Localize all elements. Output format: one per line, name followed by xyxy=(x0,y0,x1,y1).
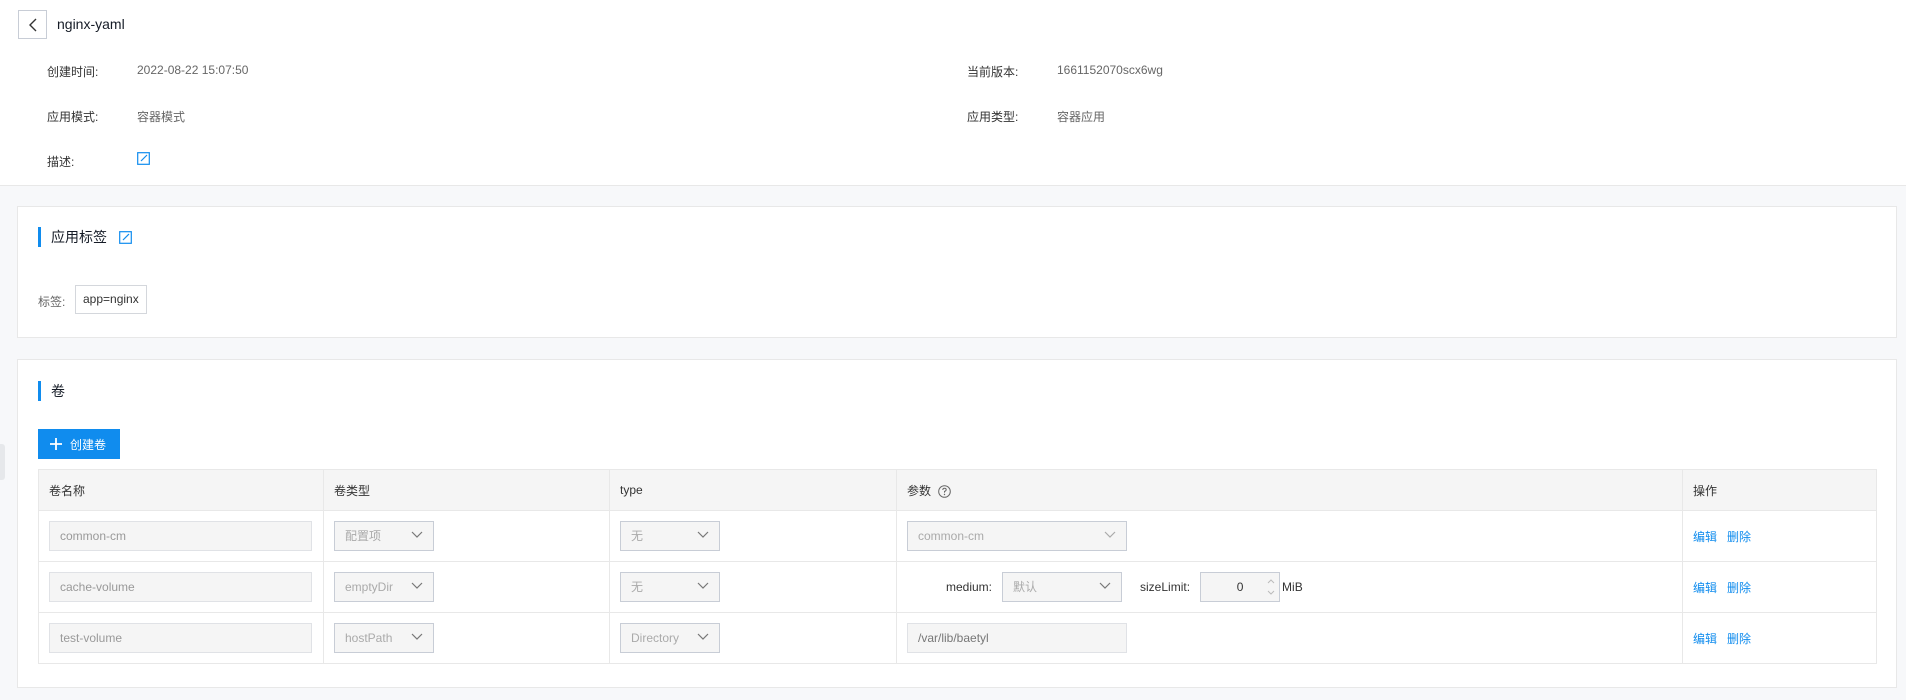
volume-name-input: cache-volume xyxy=(49,572,312,602)
params-header-label: 参数 xyxy=(907,483,932,498)
volume-name-input: common-cm xyxy=(49,521,312,551)
col-header-type: type xyxy=(609,469,897,511)
create-volume-label: 创建卷 xyxy=(70,437,107,452)
edit-icon xyxy=(137,152,150,165)
configmap-value: common-cm xyxy=(918,529,985,543)
col-header-params: 参数 xyxy=(896,469,1683,511)
chevron-down-icon xyxy=(697,582,709,589)
chevron-down-icon xyxy=(411,582,423,589)
sidebar-collapse-handle[interactable] xyxy=(0,444,5,480)
delete-volume-link[interactable]: 删除 xyxy=(1727,581,1751,595)
type-value: 无 xyxy=(631,580,644,594)
edit-icon xyxy=(118,231,132,244)
type-value: Directory xyxy=(631,631,680,645)
chevron-down-icon xyxy=(411,633,423,640)
type-select: Directory xyxy=(620,623,720,653)
tag-label: 标签: xyxy=(38,295,66,309)
table-row: test-volume hostPath Directory /var/lib/… xyxy=(38,612,1877,664)
volume-type-value: hostPath xyxy=(345,631,393,645)
app-type-value: 容器应用 xyxy=(1057,110,1106,124)
labels-card: 应用标签 标签: app=nginx xyxy=(17,206,1897,338)
labels-section-title: 应用标签 xyxy=(38,227,132,247)
medium-select: 默认 xyxy=(1002,572,1123,602)
volumes-section-title: 卷 xyxy=(38,381,65,401)
create-time-label: 创建时间: xyxy=(47,65,99,79)
chevron-left-icon xyxy=(28,18,36,31)
help-icon[interactable] xyxy=(938,485,952,498)
host-path-input: /var/lib/baetyl xyxy=(907,623,1127,653)
app-mode-label: 应用模式: xyxy=(47,110,99,124)
create-volume-button[interactable]: 创建卷 xyxy=(38,429,120,459)
app-mode-field: 应用模式: 容器模式 xyxy=(47,108,185,125)
type-select: 无 xyxy=(620,521,720,551)
volume-type-select: emptyDir xyxy=(334,572,434,602)
table-header-row: 卷名称 卷类型 type 参数 操作 xyxy=(38,469,1877,511)
edit-volume-link[interactable]: 编辑 xyxy=(1693,581,1717,595)
chevron-down-icon xyxy=(411,531,423,538)
medium-value: 默认 xyxy=(1013,580,1038,594)
edit-labels-button[interactable] xyxy=(118,231,132,244)
col-header-name: 卷名称 xyxy=(38,469,324,511)
current-version-field: 当前版本: 1661152070scx6wg xyxy=(967,63,1163,80)
page-title: nginx-yaml xyxy=(57,16,125,32)
volume-type-select: hostPath xyxy=(334,623,434,653)
volume-type-value: 配置项 xyxy=(345,529,382,543)
col-header-volume-type: 卷类型 xyxy=(323,469,610,511)
table-row: common-cm 配置项 无 common-cm 编辑 删除 xyxy=(38,510,1877,562)
plus-icon xyxy=(49,437,63,451)
edit-description-icon[interactable] xyxy=(137,152,150,165)
create-time-value: 2022-08-22 15:07:50 xyxy=(137,63,249,77)
size-limit-label: sizeLimit: xyxy=(1140,580,1191,594)
size-limit-stepper: 0 xyxy=(1200,572,1281,602)
app-mode-value: 容器模式 xyxy=(137,110,186,124)
delete-volume-link[interactable]: 删除 xyxy=(1727,632,1751,646)
app-header: nginx-yaml 创建时间: 2022-08-22 15:07:50 当前版… xyxy=(0,0,1906,186)
current-version-value: 1661152070scx6wg xyxy=(1057,63,1163,77)
medium-label: medium: xyxy=(946,580,993,594)
volumes-card: 卷 创建卷 卷名称 卷类型 type 参数 操作 common-cm 配置项 无… xyxy=(17,359,1897,688)
delete-volume-link[interactable]: 删除 xyxy=(1727,530,1751,544)
chevron-down-icon xyxy=(697,633,709,640)
volumes-table: 卷名称 卷类型 type 参数 操作 common-cm 配置项 无 commo… xyxy=(38,469,1877,664)
edit-volume-link[interactable]: 编辑 xyxy=(1693,632,1717,646)
volume-type-value: emptyDir xyxy=(345,580,394,594)
create-time-field: 创建时间: 2022-08-22 15:07:50 xyxy=(47,63,248,80)
col-header-ops: 操作 xyxy=(1682,469,1877,511)
app-type-field: 应用类型: 容器应用 xyxy=(967,108,1105,125)
labels-title-text: 应用标签 xyxy=(51,229,107,245)
volume-name-input: test-volume xyxy=(49,623,312,653)
description-label: 描述: xyxy=(47,155,75,169)
table-row: cache-volume emptyDir 无 medium: 默认 sizeL… xyxy=(38,561,1877,613)
chevron-down-icon xyxy=(1099,582,1111,589)
volume-type-select: 配置项 xyxy=(334,521,434,551)
description-field: 描述: xyxy=(47,152,150,170)
chevron-down-icon xyxy=(697,531,709,538)
back-button[interactable] xyxy=(18,10,47,39)
edit-volume-link[interactable]: 编辑 xyxy=(1693,530,1717,544)
size-limit-value: 0 xyxy=(1236,580,1244,594)
app-type-label: 应用类型: xyxy=(967,110,1019,124)
type-select: 无 xyxy=(620,572,720,602)
size-unit: MiB xyxy=(1282,580,1303,594)
type-value: 无 xyxy=(631,529,644,543)
stepper-arrows-icon xyxy=(1267,579,1275,595)
tag-chip: app=nginx xyxy=(75,285,147,314)
configmap-select: common-cm xyxy=(907,521,1127,551)
chevron-down-icon xyxy=(1104,531,1116,538)
current-version-label: 当前版本: xyxy=(967,65,1019,79)
